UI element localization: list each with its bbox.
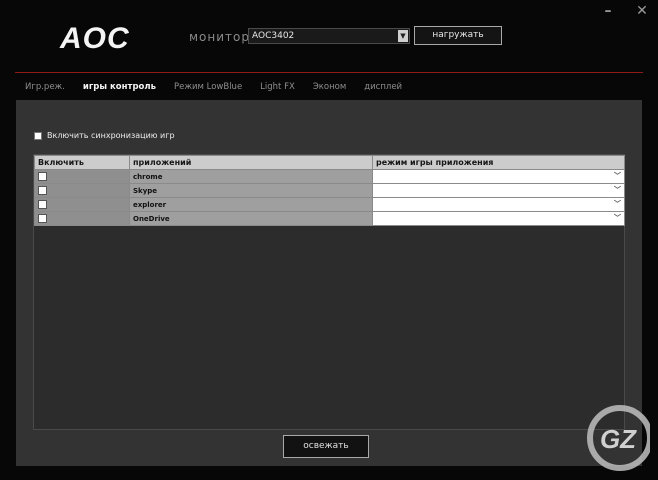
chevron-down-icon: ▼ [398,30,408,42]
watermark-text: GZ [600,424,637,454]
tab-eco[interactable]: Эконом [313,82,346,92]
enable-cell [34,169,130,184]
enable-cell [34,211,130,226]
sync-label: Включить синхронизацию игр [47,131,175,140]
game-mode-select[interactable]: ﹀ [372,197,625,212]
enable-cell [34,197,130,212]
tab-display[interactable]: дисплей [364,82,402,92]
sync-option: Включить синхронизацию игр [34,131,175,140]
app-name-cell: Skype [129,183,373,198]
chevron-down-icon: ﹀ [614,186,621,194]
app-name-cell: OneDrive [129,211,373,226]
minimize-button[interactable]: – [600,4,616,18]
monitor-select-value: AOC3402 [252,31,295,41]
chevron-down-icon: ﹀ [614,214,621,222]
row-checkbox[interactable] [38,172,47,181]
game-mode-select[interactable]: ﹀ [372,169,625,184]
game-mode-select[interactable]: ﹀ [372,183,625,198]
column-header-app: приложений [129,155,373,170]
row-checkbox[interactable] [38,214,47,223]
game-mode-select[interactable]: ﹀ [372,211,625,226]
row-checkbox[interactable] [38,200,47,209]
refresh-button[interactable]: освежать [283,435,369,458]
watermark-logo: GZ [587,405,650,471]
column-header-enable: Включить [34,155,130,170]
load-button[interactable]: нагружать [414,26,502,45]
monitor-select[interactable]: AOC3402 ▼ [248,28,410,44]
table-row: OneDrive ﹀ [34,211,625,226]
table-row: explorer ﹀ [34,197,625,212]
aoc-logo: AOC [60,22,130,55]
header-divider [15,72,643,73]
table-header-row: Включить приложений режим игры приложени… [34,155,625,170]
chevron-down-icon: ﹀ [614,172,621,180]
column-header-game-mode: режим игры приложения [372,155,625,170]
tab-game-control[interactable]: игры контроль [83,82,156,92]
game-control-panel: Включить синхронизацию игр Включить прил… [16,100,642,466]
table-row: chrome ﹀ [34,169,625,184]
tab-light-fx[interactable]: Light FX [260,82,295,92]
tab-game-mode[interactable]: Игр.реж. [25,82,65,92]
table-row: Skype ﹀ [34,183,625,198]
app-name-cell: explorer [129,197,373,212]
row-checkbox[interactable] [38,186,47,195]
tab-bar: Игр.реж. игры контроль Режим LowBlue Lig… [25,82,402,92]
chevron-down-icon: ﹀ [614,200,621,208]
close-button[interactable]: ✕ [634,4,650,18]
tab-lowblue[interactable]: Режим LowBlue [174,82,242,92]
enable-cell [34,183,130,198]
monitor-label: монитор [189,30,250,44]
window-controls: – ✕ [600,4,650,18]
app-name-cell: chrome [129,169,373,184]
sync-checkbox[interactable] [34,131,42,140]
apps-table: Включить приложений режим игры приложени… [33,154,625,430]
